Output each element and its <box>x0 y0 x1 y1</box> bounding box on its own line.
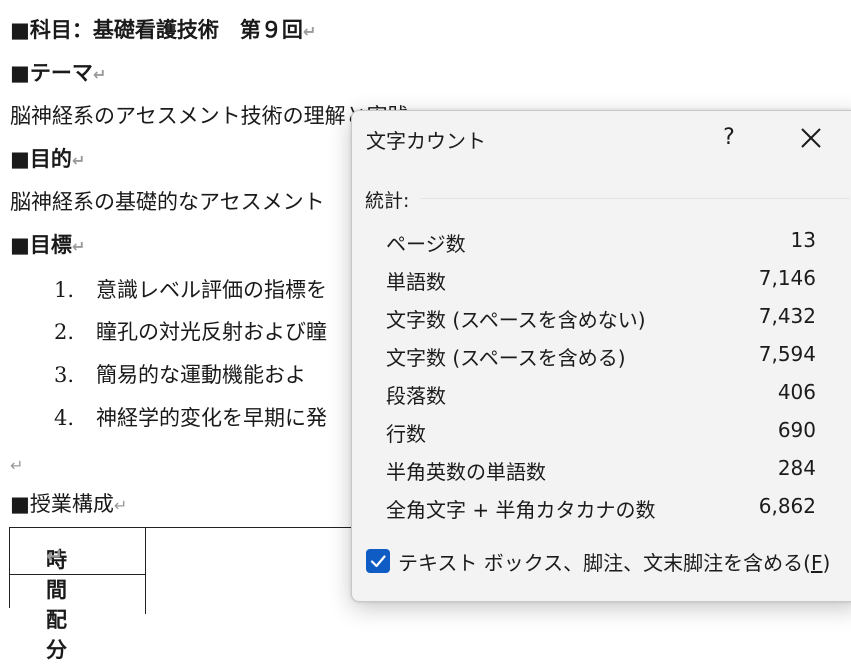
goal-list-item: 3. 簡易的な運動機能およ <box>54 363 306 387</box>
table-divider <box>145 574 146 614</box>
statistics-separator <box>420 198 850 199</box>
goal-list-item: 2. 瞳孔の対光反射および瞳 <box>54 320 327 344</box>
subject-heading: ■科目：基礎看護技術 第９回↵ <box>10 17 317 42</box>
theme-heading: ■テーマ↵ <box>10 60 107 85</box>
goal-list-item: 4. 神経学的変化を早期に発 <box>54 406 327 430</box>
theme-text: 脳神経系のアセスメント技術の理解と実践 <box>10 104 409 128</box>
dialog-title: 文字カウント <box>366 129 486 153</box>
help-button[interactable]: ? <box>714 123 744 153</box>
statistics-label: 統計: <box>365 190 410 212</box>
stat-row-pages: ページ数 13 <box>386 228 816 256</box>
close-button[interactable] <box>794 121 828 155</box>
stat-row-chars-with-spaces: 文字数 (スペースを含める) 7,594 <box>386 342 816 370</box>
include-textboxes-checkbox[interactable] <box>366 549 390 573</box>
lesson-table: 時間配分 ↵ <box>9 527 370 662</box>
purpose-text: 脳神経系の基礎的なアセスメント <box>10 190 325 214</box>
structure-heading: ■授業構成↵ <box>10 492 128 516</box>
goal-list-item: 1. 意識レベル評価の指標を <box>54 278 327 302</box>
stat-row-chars-no-spaces: 文字数 (スペースを含めない) 7,432 <box>386 304 816 332</box>
empty-paragraph-mark: ↵ <box>10 456 24 475</box>
stat-row-fullwidth-chars: 全角文字 + 半角カタカナの数 6,862 <box>386 494 816 522</box>
stat-row-words: 単語数 7,146 <box>386 266 816 294</box>
stat-row-lines: 行数 690 <box>386 418 816 446</box>
stat-row-paragraphs: 段落数 406 <box>386 380 816 408</box>
word-count-dialog: 文字カウント ? 統計: ページ数 13 単語数 7,146 文字数 (スペース… <box>351 110 851 602</box>
table-header-cell[interactable]: 時間配分 ↵ <box>10 528 146 662</box>
include-textboxes-label[interactable]: テキスト ボックス、脚注、文末脚注を含める(F) <box>398 547 830 576</box>
purpose-heading: ■目的↵ <box>10 146 86 171</box>
goals-heading: ■目標↵ <box>10 232 86 257</box>
stat-row-halfwidth-words: 半角英数の単語数 284 <box>386 456 816 484</box>
checkmark-icon <box>370 555 386 568</box>
close-icon <box>801 128 821 148</box>
